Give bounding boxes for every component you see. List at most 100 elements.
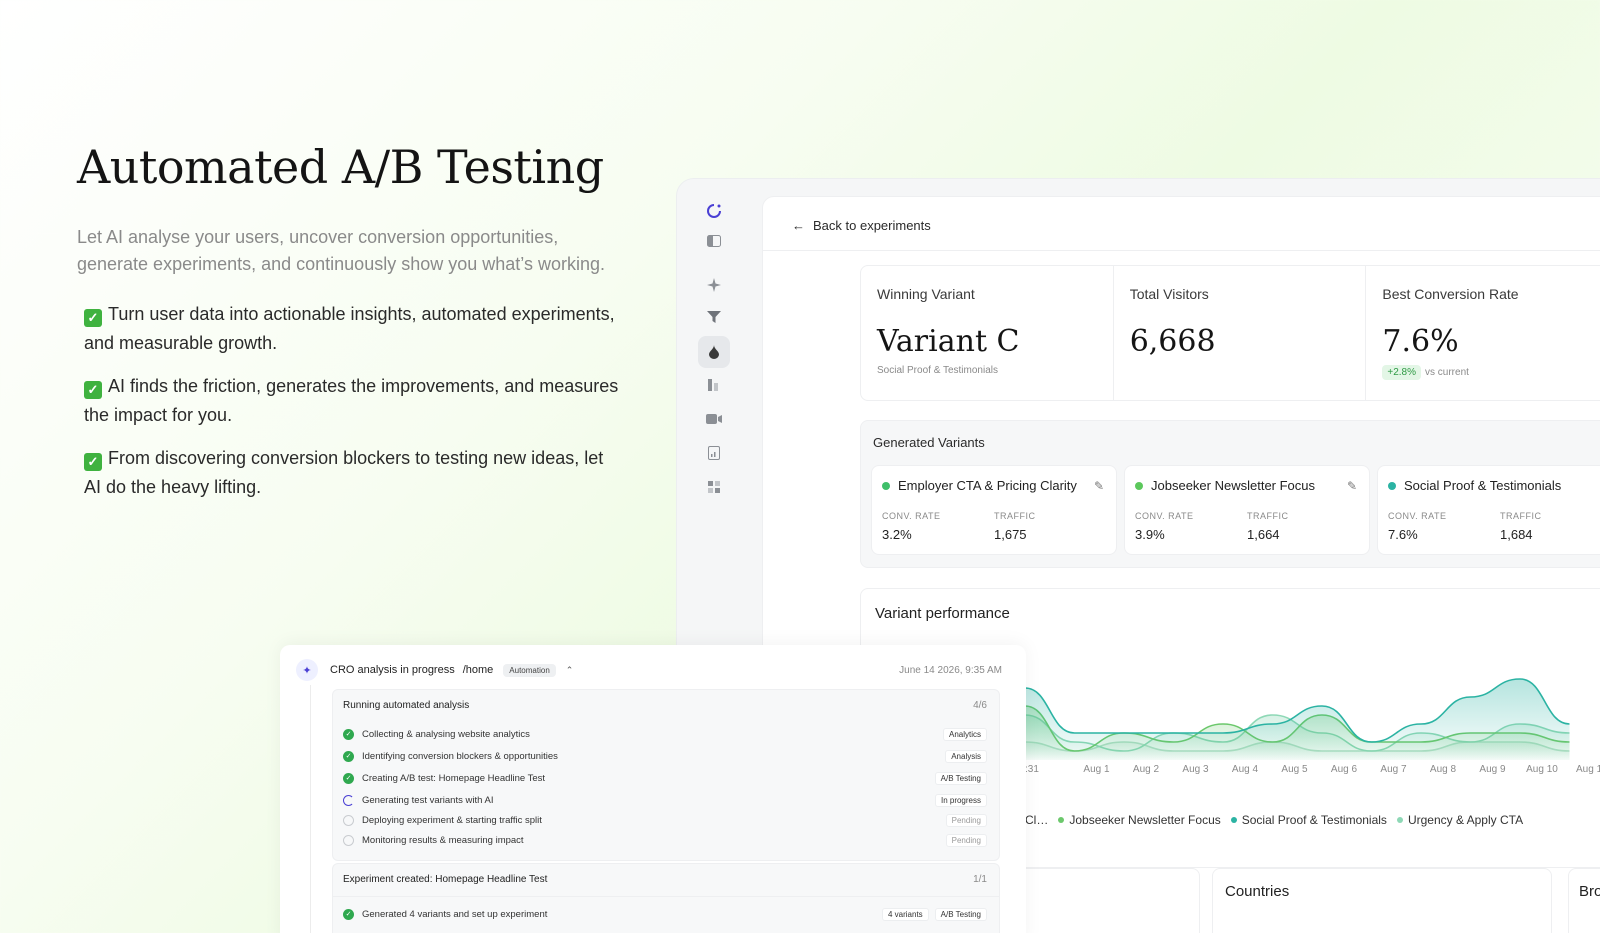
stat-best-conversion: Best Conversion Rate 7.6% +2.8% vs curren…	[1366, 266, 1600, 400]
hero-bullet: ✓ Turn user data into actionable insights…	[84, 300, 619, 358]
x-tick-label: Aug 4	[1232, 764, 1259, 775]
conv-rate-value: 3.9%	[1135, 527, 1165, 542]
x-tick-label: Aug 3	[1182, 764, 1209, 775]
logo-icon[interactable]	[702, 199, 726, 223]
legend-label: Urgency & Apply CTA	[1407, 813, 1524, 827]
variant-dot	[882, 481, 890, 490]
task-label: Identifying conversion blockers & opport…	[362, 750, 558, 762]
grid-icon[interactable]	[702, 475, 726, 499]
created-count: 1/1	[973, 874, 987, 885]
task-row: Generating test variants with AI In progr…	[343, 791, 987, 809]
legend-dot	[1058, 817, 1065, 823]
variant-name: Social Proof & Testimonials	[1404, 478, 1562, 493]
legend-item[interactable]: Social Proof & Testimonials	[1230, 813, 1387, 827]
funnel-icon[interactable]	[702, 305, 726, 329]
stat-label: Best Conversion Rate	[1382, 286, 1519, 302]
x-tick-label: Aug 7	[1380, 764, 1407, 775]
running-title: Running automated analysis	[343, 700, 470, 711]
task-badge: Analysis	[945, 749, 987, 763]
check-icon: ✓	[84, 309, 102, 327]
video-icon[interactable]	[702, 407, 726, 431]
check-icon: ✓	[84, 381, 102, 399]
check-icon: ✓	[343, 728, 354, 740]
task-label: Generated 4 variants and set up experime…	[362, 908, 548, 920]
hero-bullet: ✓ AI finds the friction, generates the im…	[84, 372, 619, 430]
series-area	[1025, 679, 1570, 760]
variant-card[interactable]: Employer CTA & Pricing Clarity ✎ CONV. R…	[871, 465, 1117, 555]
bars-icon[interactable]	[702, 373, 726, 397]
traffic-value: 1,664	[1247, 527, 1280, 542]
back-label: Back to experiments	[813, 218, 931, 233]
pencil-icon[interactable]: ✎	[1094, 479, 1104, 493]
hero-bullet-text: AI finds the friction, generates the imp…	[84, 376, 619, 425]
browsers-card: Bro	[1568, 868, 1600, 933]
running-analysis-box: Running automated analysis 4/6 ✓ Collecti…	[332, 689, 1000, 861]
arrow-left-icon: ←	[792, 218, 805, 233]
running-count: 4/6	[973, 700, 987, 711]
task-badge: 4 variants	[881, 907, 929, 921]
legend-dot	[1230, 817, 1237, 823]
experiments-icon[interactable]	[698, 336, 730, 368]
traffic-value: 1,684	[1500, 527, 1533, 542]
check-icon: ✓	[84, 453, 102, 471]
browsers-title: Bro	[1579, 883, 1600, 900]
hero-section: Automated A/B Testing Let AI analyse you…	[77, 140, 637, 516]
stat-label: Winning Variant	[877, 286, 975, 302]
generated-variants-title: Generated Variants	[873, 435, 985, 450]
task-badge: A/B Testing	[934, 771, 987, 785]
back-to-experiments-link[interactable]: ← Back to experiments	[792, 218, 931, 233]
variant-card[interactable]: Jobseeker Newsletter Focus ✎ CONV. RATE 3…	[1124, 465, 1370, 555]
variant-performance-chart: :31 Aug 1 Aug 2 Aug 3 Aug 4 Aug 5 Aug 6 Aug 7 Au…	[1025, 678, 1600, 775]
legend-item[interactable]: Jobseeker Newsletter Focus	[1058, 813, 1221, 827]
task-label: Deploying experiment & starting traffic …	[362, 814, 542, 826]
stat-note: Social Proof & Testimonials	[877, 365, 998, 376]
task-row: Monitoring results & measuring impact Pen…	[343, 831, 987, 849]
cro-title: CRO analysis in progress	[330, 664, 455, 676]
task-row: ✓ Generated 4 variants and set up experim…	[343, 905, 987, 923]
chevron-up-icon[interactable]: ⌃	[566, 665, 574, 676]
task-row: Deploying experiment & starting traffic …	[343, 811, 987, 829]
hero-bullet-text: Turn user data into actionable insights,…	[84, 304, 615, 353]
pending-circle-icon	[343, 814, 354, 826]
stat-value: 6,668	[1129, 324, 1216, 359]
report-icon[interactable]	[702, 441, 726, 465]
stat-value: Variant C	[877, 324, 1020, 359]
cro-path: /home	[462, 664, 494, 676]
experiment-created-box: Experiment created: Homepage Headline Te…	[332, 863, 1000, 933]
x-tick-label: Aug 9	[1479, 764, 1506, 775]
countries-title: Countries	[1225, 883, 1290, 900]
traffic-label: TRAFFIC	[994, 511, 1036, 521]
legend-label: Cl…	[1025, 813, 1049, 827]
chart-legend: Cl… Jobseeker Newsletter Focus Social Pr…	[1025, 813, 1523, 827]
stat-label: Total Visitors	[1129, 286, 1209, 302]
delta-note: vs current	[1425, 367, 1469, 378]
traffic-value: 1,675	[994, 527, 1027, 542]
legend-label: Jobseeker Newsletter Focus	[1069, 813, 1221, 827]
stat-winning-variant: Winning Variant Variant C Social Proof &…	[861, 266, 1114, 400]
check-icon: ✓	[343, 772, 354, 784]
hero-bullet: ✓ From discovering conversion blockers to…	[84, 444, 619, 502]
pencil-icon[interactable]: ✎	[1347, 479, 1357, 493]
panel-toggle-icon[interactable]	[702, 229, 726, 253]
sidebar-rail	[694, 195, 734, 655]
variant-performance-title: Variant performance	[875, 605, 1010, 622]
task-badge: In progress	[934, 793, 987, 807]
x-tick-label: Aug 11	[1576, 764, 1600, 775]
task-row: ✓ Creating A/B test: Homepage Headline Te…	[343, 769, 987, 787]
legend-item[interactable]: Cl…	[1025, 813, 1048, 827]
cro-date: June 14 2026, 9:35 AM	[899, 664, 1002, 676]
hero-bullets: ✓ Turn user data into actionable insights…	[84, 300, 637, 502]
sparkle-icon: ✦	[296, 659, 318, 681]
divider	[333, 896, 999, 897]
task-badge: Pending	[945, 833, 987, 847]
traffic-label: TRAFFIC	[1500, 511, 1542, 521]
sparkle-icon[interactable]	[702, 273, 726, 297]
stats-card-partial	[1000, 868, 1200, 933]
spinner-icon	[343, 794, 354, 806]
hero-title: Automated A/B Testing	[77, 140, 604, 194]
conv-rate-label: CONV. RATE	[1135, 511, 1194, 521]
variant-card[interactable]: Social Proof & Testimonials CONV. RATE 7.…	[1377, 465, 1600, 555]
x-tick-label: Aug 5	[1281, 764, 1308, 775]
legend-item[interactable]: Urgency & Apply CTA	[1396, 813, 1524, 827]
legend-dot	[1396, 817, 1403, 823]
